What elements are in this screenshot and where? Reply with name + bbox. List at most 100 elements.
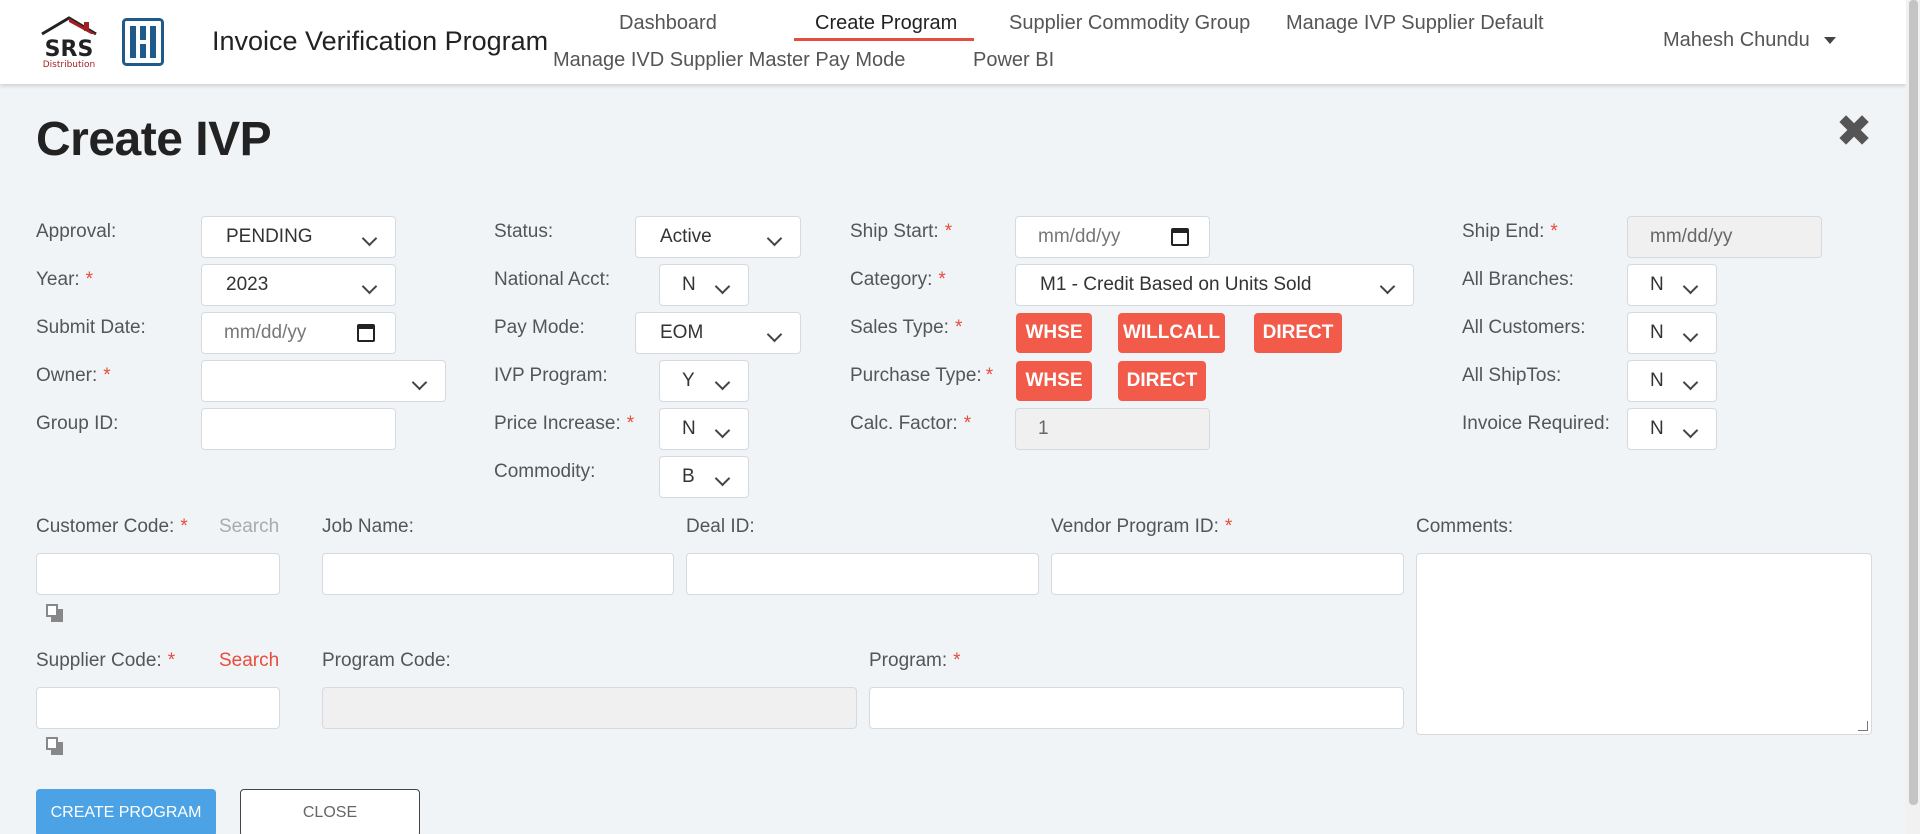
h-logo-icon[interactable]	[122, 18, 164, 66]
sales-type-label: Sales Type: *	[850, 317, 963, 338]
price-increase-label: Price Increase: *	[494, 413, 635, 434]
ship-end-input[interactable]: mm/dd/yy	[1627, 216, 1822, 258]
caret-down-icon	[1823, 37, 1836, 45]
chevron-down-icon	[411, 374, 428, 391]
vendor-program-id-label: Vendor Program ID: *	[1051, 516, 1233, 537]
commodity-select[interactable]: B	[659, 456, 749, 498]
supplier-search-link[interactable]: Search	[219, 650, 279, 672]
active-nav-indicator	[794, 38, 974, 41]
scrollbar-thumb[interactable]	[1909, 0, 1918, 805]
chevron-down-icon	[1682, 422, 1699, 439]
deal-id-input[interactable]	[686, 553, 1039, 595]
status-select[interactable]: Active	[635, 216, 801, 258]
nav-power-bi[interactable]: Power BI	[973, 49, 1054, 72]
user-name: Mahesh Chundu	[1663, 29, 1810, 51]
category-select[interactable]: M1 - Credit Based on Units Sold	[1015, 264, 1414, 306]
group-id-input[interactable]	[201, 408, 396, 450]
svg-text:SRS: SRS	[45, 37, 94, 62]
chevron-down-icon	[766, 326, 783, 343]
ship-start-input[interactable]: mm/dd/yy	[1015, 216, 1210, 258]
submit-date-input[interactable]: mm/dd/yy	[201, 312, 396, 354]
purchase-type-direct-chip[interactable]: DIRECT	[1118, 361, 1206, 401]
chevron-down-icon	[714, 374, 731, 391]
app-title: Invoice Verification Program	[212, 26, 549, 56]
all-customers-label: All Customers:	[1462, 317, 1586, 338]
ship-end-label: Ship End: *	[1462, 221, 1558, 242]
chevron-down-icon	[1682, 374, 1699, 391]
nav-dashboard[interactable]: Dashboard	[619, 12, 717, 35]
submit-date-label: Submit Date:	[36, 317, 146, 338]
all-shiptos-select[interactable]: N	[1627, 360, 1717, 402]
nav-manage-ivp-supplier-default[interactable]: Manage IVP Supplier Default	[1286, 12, 1544, 35]
chevron-down-icon	[714, 422, 731, 439]
customer-search-link[interactable]: Search	[219, 516, 279, 538]
approval-select[interactable]: PENDING	[201, 216, 396, 258]
sales-type-whse-chip[interactable]: WHSE	[1016, 313, 1092, 353]
nav-supplier-commodity-group[interactable]: Supplier Commodity Group	[1009, 12, 1250, 35]
nav-create-program[interactable]: Create Program	[815, 12, 957, 35]
close-icon[interactable]: ✖	[1834, 110, 1874, 154]
category-label: Category: *	[850, 269, 946, 290]
status-label: Status:	[494, 221, 554, 242]
close-button[interactable]: CLOSE	[240, 789, 420, 834]
copy-icon[interactable]	[46, 604, 64, 622]
chevron-down-icon	[714, 278, 731, 295]
calc-factor-input[interactable]: 1	[1015, 408, 1210, 450]
price-increase-select[interactable]: N	[659, 408, 749, 450]
sales-type-willcall-chip[interactable]: WILLCALL	[1118, 313, 1225, 353]
all-shiptos-label: All ShipTos:	[1462, 365, 1562, 386]
chevron-down-icon	[1682, 278, 1699, 295]
calc-factor-label: Calc. Factor: *	[850, 413, 972, 434]
customer-code-input[interactable]	[36, 553, 280, 595]
national-acct-label: National Acct:	[494, 269, 611, 290]
purchase-type-label: Purchase Type: *	[850, 365, 994, 386]
vendor-program-id-input[interactable]	[1051, 553, 1404, 595]
customer-code-label: Customer Code: *	[36, 516, 188, 537]
top-navbar: SRS Distribution Invoice Verification Pr…	[0, 0, 1906, 84]
create-program-button[interactable]: CREATE PROGRAM	[36, 789, 216, 834]
calendar-icon[interactable]	[1171, 228, 1189, 246]
user-menu[interactable]: Mahesh Chundu	[1663, 29, 1836, 52]
resize-handle-icon[interactable]	[1858, 721, 1868, 731]
program-code-input[interactable]	[322, 687, 857, 729]
approval-label: Approval:	[36, 221, 117, 242]
nav-manage-ivd-supplier-master-pay-mode[interactable]: Manage IVD Supplier Master Pay Mode	[553, 49, 905, 72]
owner-select[interactable]	[201, 360, 446, 402]
ship-start-label: Ship Start: *	[850, 221, 953, 242]
program-input[interactable]	[869, 687, 1404, 729]
all-branches-select[interactable]: N	[1627, 264, 1717, 306]
chevron-down-icon	[1682, 326, 1699, 343]
job-name-input[interactable]	[322, 553, 674, 595]
chevron-down-icon	[714, 470, 731, 487]
page-title: Create IVP	[36, 113, 272, 166]
commodity-label: Commodity:	[494, 461, 596, 482]
group-id-label: Group ID:	[36, 413, 119, 434]
sales-type-direct-chip[interactable]: DIRECT	[1254, 313, 1342, 353]
job-name-label: Job Name:	[322, 516, 414, 537]
ivp-program-label: IVP Program:	[494, 365, 608, 386]
owner-label: Owner: *	[36, 365, 111, 386]
chevron-down-icon	[1379, 278, 1396, 295]
comments-textarea[interactable]	[1416, 553, 1872, 735]
svg-text:Distribution: Distribution	[43, 60, 96, 68]
comments-label: Comments:	[1416, 516, 1514, 537]
ivp-program-select[interactable]: Y	[659, 360, 749, 402]
all-branches-label: All Branches:	[1462, 269, 1574, 290]
pay-mode-select[interactable]: EOM	[635, 312, 801, 354]
supplier-code-label: Supplier Code: *	[36, 650, 176, 671]
program-code-label: Program Code:	[322, 650, 451, 671]
year-select[interactable]: 2023	[201, 264, 396, 306]
srs-logo-icon[interactable]: SRS Distribution	[36, 16, 102, 68]
pay-mode-label: Pay Mode:	[494, 317, 585, 338]
purchase-type-whse-chip[interactable]: WHSE	[1016, 361, 1092, 401]
chevron-down-icon	[766, 230, 783, 247]
all-customers-select[interactable]: N	[1627, 312, 1717, 354]
chevron-down-icon	[361, 278, 378, 295]
supplier-code-input[interactable]	[36, 687, 280, 729]
national-acct-select[interactable]: N	[659, 264, 749, 306]
chevron-down-icon	[361, 230, 378, 247]
program-label: Program: *	[869, 650, 961, 671]
copy-icon[interactable]	[46, 737, 64, 755]
calendar-icon[interactable]	[357, 324, 375, 342]
invoice-required-select[interactable]: N	[1627, 408, 1717, 450]
